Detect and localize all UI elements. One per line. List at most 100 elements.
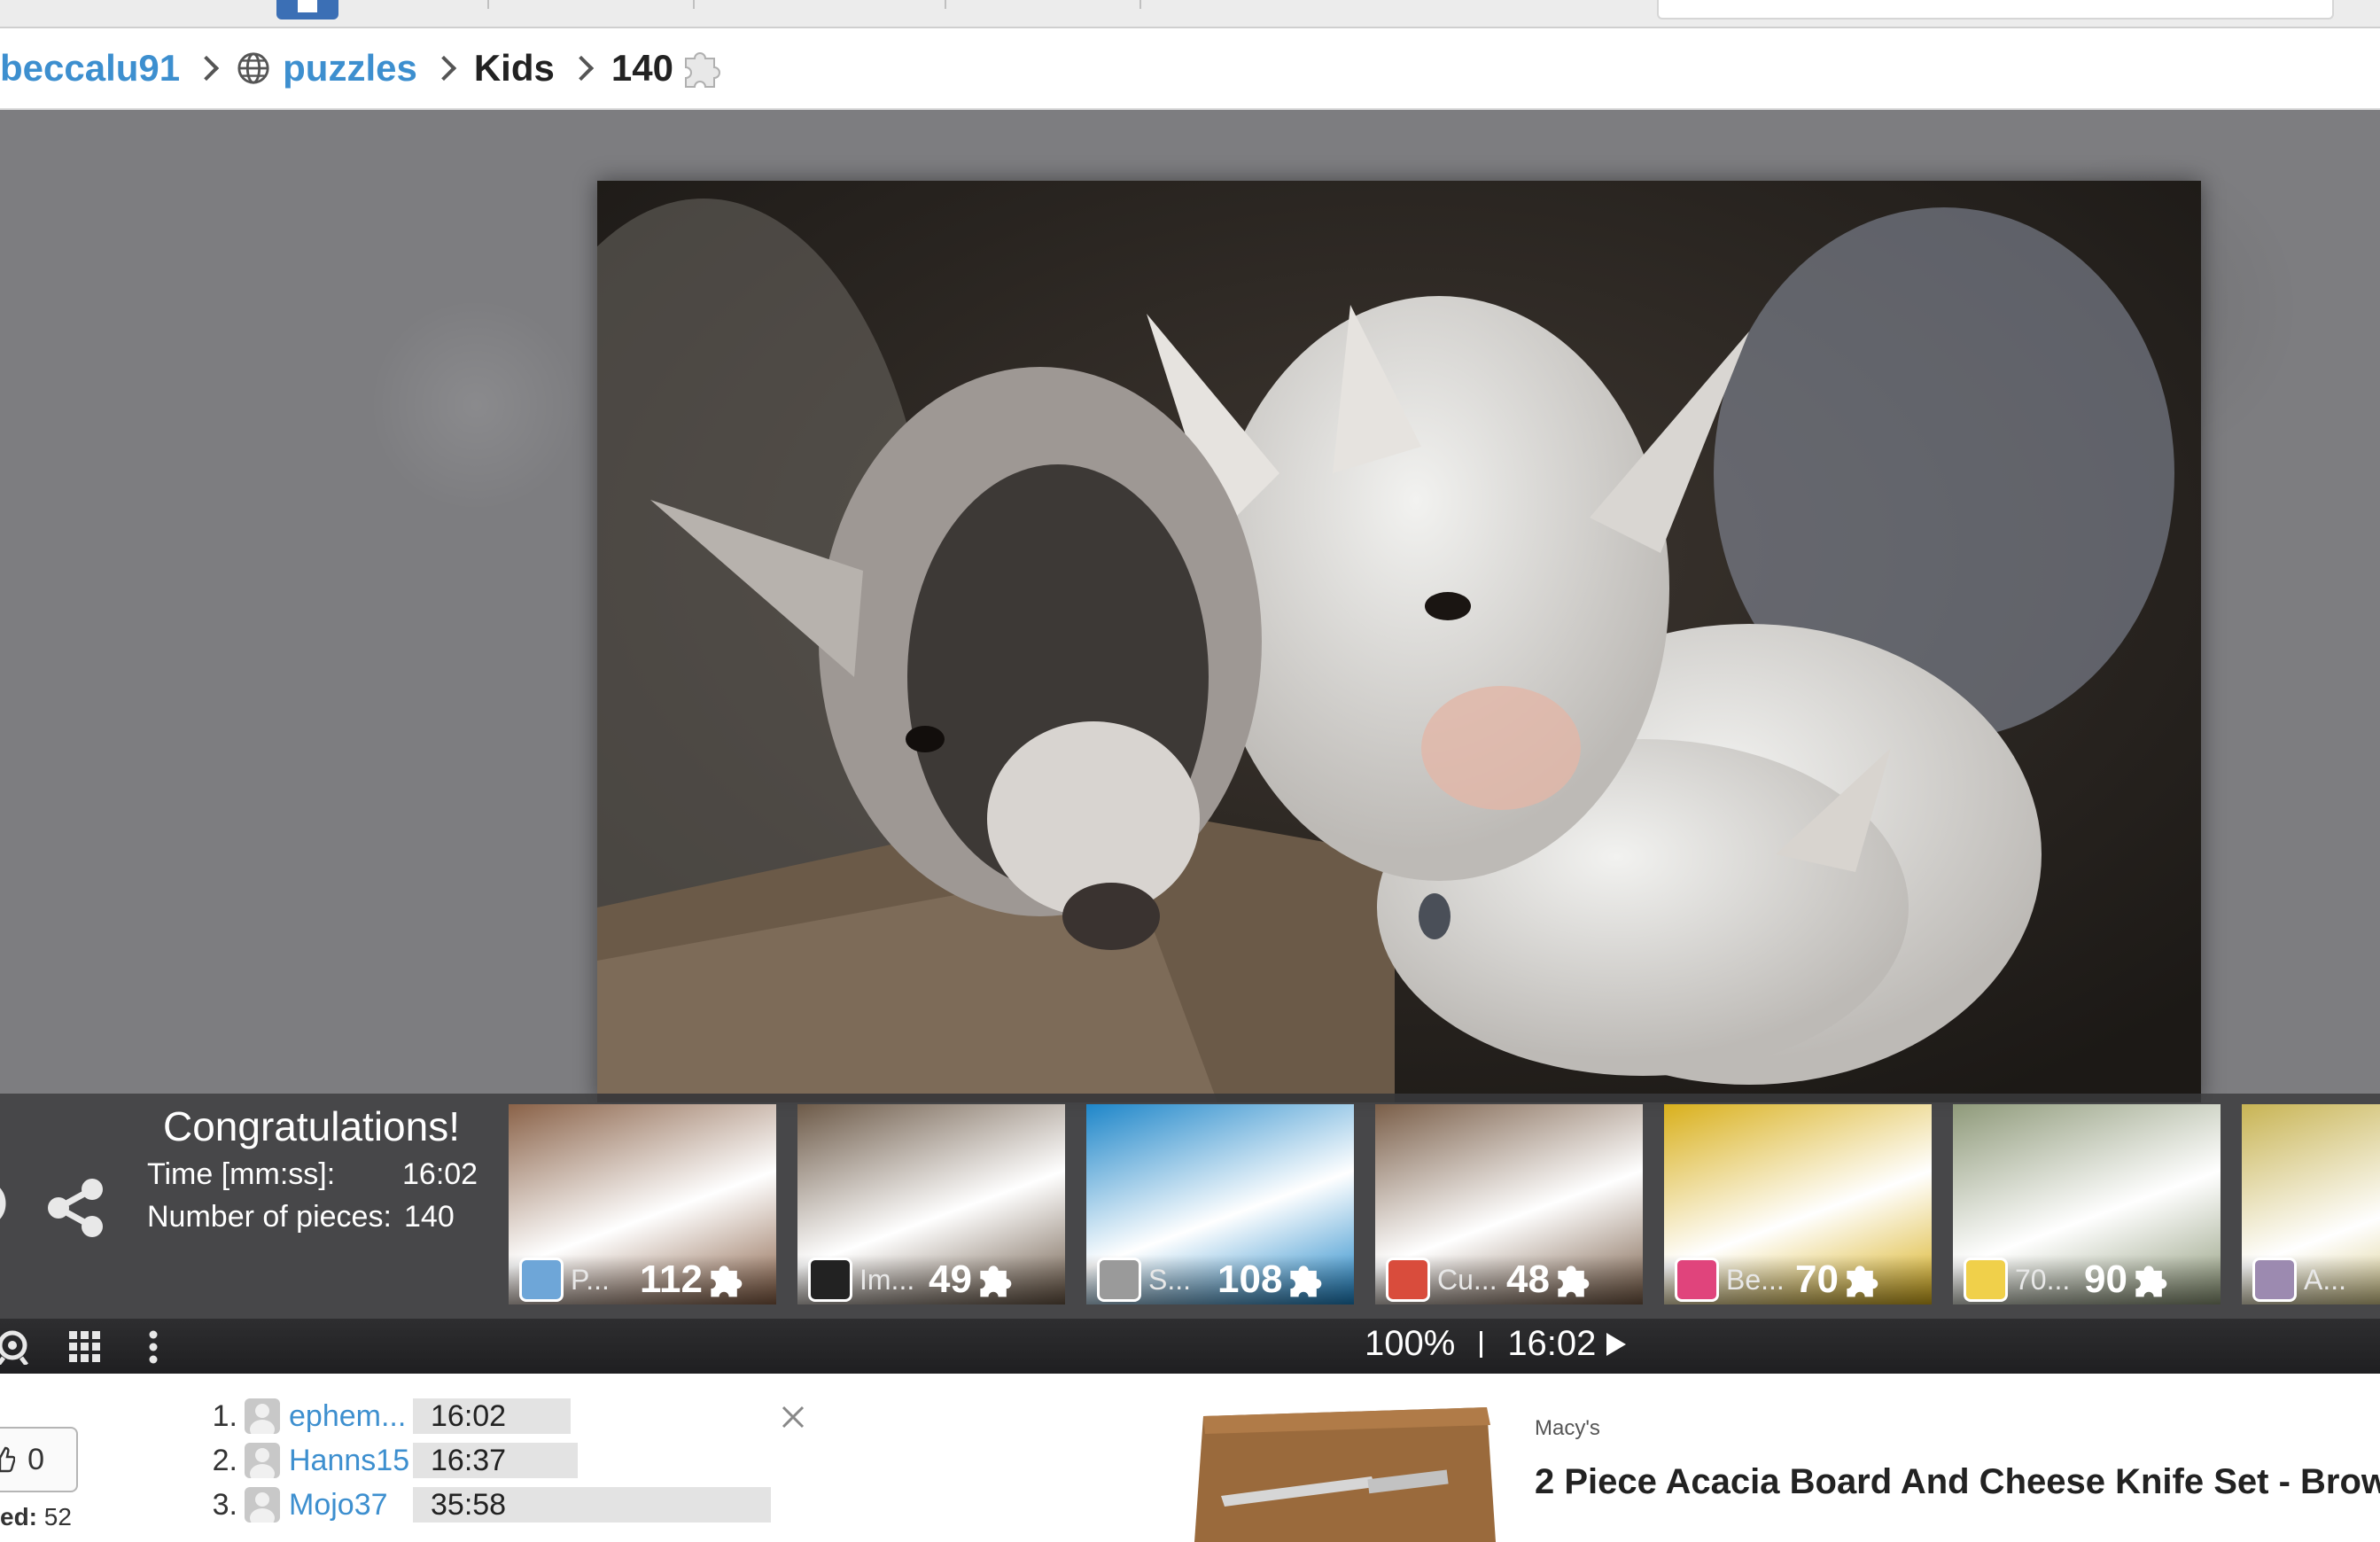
breadcrumb-category: Kids	[473, 47, 555, 89]
menu-item-2[interactable]	[489, 0, 695, 9]
globe-icon	[237, 52, 269, 84]
puzzle-board[interactable]	[0, 110, 2380, 1102]
solved-label: ed:	[0, 1503, 37, 1530]
puzzle-name: Cu...	[1437, 1263, 1497, 1296]
menu-item-5[interactable]	[1141, 0, 1272, 9]
timer: 16:02	[1507, 1324, 1597, 1363]
time-label: Time [mm:ss]:	[147, 1157, 336, 1191]
solved-count: ed: 52	[0, 1503, 72, 1531]
leader-rank: 3.	[212, 1487, 237, 1522]
close-icon[interactable]	[780, 1404, 806, 1430]
puzzle-name: Im...	[859, 1263, 915, 1296]
menu-item-4[interactable]	[946, 0, 1141, 9]
piece-count: 108	[1217, 1258, 1283, 1301]
tile-footer: S... 108	[1086, 1255, 1354, 1304]
creator-avatar	[1097, 1258, 1141, 1302]
chevron-right-icon	[431, 55, 456, 82]
puzzle-name: S...	[1148, 1263, 1192, 1296]
play-icon[interactable]	[1606, 1332, 1627, 1356]
menu-item-3[interactable]	[695, 0, 946, 9]
pieces-value: 140	[404, 1200, 455, 1234]
bottom-section: 0 ed: 52 1. ephem... 16:02 2. Hanns15 16…	[0, 1374, 2380, 1542]
site-header-strip	[0, 0, 2380, 28]
creator-avatar	[1386, 1258, 1430, 1302]
puzzle-name: A...	[2304, 1263, 2347, 1296]
piece-count: 70	[1795, 1258, 1839, 1301]
leader-rank: 2.	[212, 1443, 237, 1477]
zoom-and-timer: 100% 16:02	[1365, 1324, 1627, 1364]
page-root: beccalu91 puzzles Kids 140 Congratulatio…	[0, 0, 2380, 1542]
leader-time: 35:58	[413, 1487, 771, 1523]
menu-item-1[interactable]	[354, 0, 489, 9]
puzzle-piece-icon	[980, 1266, 1012, 1297]
creator-avatar	[1675, 1258, 1719, 1302]
user-avatar-icon	[245, 1443, 280, 1478]
piece-count: 48	[1506, 1258, 1550, 1301]
tile-footer: P... 112	[509, 1255, 776, 1304]
suggested-puzzle-tile[interactable]: Cu... 48	[1375, 1104, 1643, 1304]
thumbs-up-icon	[0, 1446, 16, 1473]
piece-count: 90	[2084, 1258, 2127, 1301]
grid-icon[interactable]	[67, 1329, 103, 1365]
puzzle-piece-icon	[1847, 1266, 1878, 1297]
puzzle-piece-icon	[2135, 1266, 2167, 1297]
share-icon[interactable]	[43, 1175, 108, 1241]
leader-time: 16:37	[413, 1443, 578, 1478]
puzzle-name: P...	[571, 1263, 610, 1296]
chevron-right-icon	[193, 55, 220, 82]
puzzle-piece-icon	[1290, 1266, 1322, 1297]
like-button[interactable]: 0	[0, 1427, 78, 1492]
suggested-puzzle-tile[interactable]: Im... 49	[797, 1104, 1065, 1304]
ad-brand: Macy's	[1535, 1416, 1600, 1440]
suggested-puzzle-tile[interactable]: A...	[2242, 1104, 2380, 1304]
suggested-puzzle-tile[interactable]: Be... 70	[1664, 1104, 1932, 1304]
suggested-puzzle-tile[interactable]: S... 108	[1086, 1104, 1354, 1304]
shuffle-icon[interactable]	[0, 1177, 18, 1230]
zoom-level[interactable]: 100%	[1365, 1324, 1455, 1364]
more-options-icon[interactable]	[147, 1329, 159, 1365]
leaderboard-row: 2. Hanns15 16:37	[206, 1443, 578, 1478]
chevron-right-icon	[568, 55, 595, 82]
suggested-puzzle-tile[interactable]: 70... 90	[1953, 1104, 2221, 1304]
like-count: 0	[27, 1442, 44, 1476]
divider	[1480, 1330, 1483, 1358]
search-input[interactable]	[1657, 0, 2334, 19]
ad-product-image[interactable]	[1186, 1398, 1506, 1542]
congratulations-panel: Congratulations! Time [mm:ss]: 16:02 Num…	[0, 1094, 2380, 1319]
puzzle-name: Be...	[1726, 1263, 1785, 1296]
leader-name-link[interactable]: ephem...	[289, 1399, 413, 1434]
puzzle-controls: 100% 16:02	[0, 1319, 2380, 1374]
tile-footer: 70... 90	[1953, 1255, 2221, 1304]
breadcrumb-puzzles-link[interactable]: puzzles	[283, 47, 417, 90]
home-button[interactable]	[276, 0, 338, 19]
tile-footer: Im... 49	[797, 1255, 1065, 1304]
creator-avatar	[808, 1258, 852, 1302]
puzzle-name: 70...	[2015, 1263, 2071, 1296]
leaderboard-row: 1. ephem... 16:02	[206, 1398, 571, 1434]
puzzle-piece-icon	[684, 52, 720, 88]
tile-footer: Cu... 48	[1375, 1255, 1643, 1304]
piece-shape-icon[interactable]	[0, 1329, 34, 1365]
piece-count: 49	[929, 1258, 972, 1301]
puzzle-piece-icon	[711, 1266, 743, 1297]
leader-name-link[interactable]: Hanns15	[289, 1444, 413, 1478]
piece-count: 112	[640, 1258, 703, 1301]
leader-rank: 1.	[212, 1398, 237, 1433]
solved-value: 52	[43, 1503, 72, 1530]
tile-footer: Be... 70	[1664, 1255, 1932, 1304]
suggested-puzzle-tile[interactable]: P... 112	[509, 1104, 776, 1304]
creator-avatar	[1964, 1258, 2008, 1302]
breadcrumb-piece-count: 140	[611, 47, 673, 89]
leaderboard-row: 3. Mojo37 35:58	[206, 1487, 771, 1523]
user-avatar-icon	[245, 1398, 280, 1434]
breadcrumb: beccalu91 puzzles Kids 140	[0, 28, 2380, 110]
congratulations-title: Congratulations!	[163, 1103, 460, 1149]
puzzle-piece-icon	[1558, 1266, 1590, 1297]
tile-footer: A...	[2242, 1255, 2380, 1304]
ad-title-link[interactable]: 2 Piece Acacia Board And Cheese Knife Se…	[1535, 1462, 2380, 1502]
breadcrumb-user-link[interactable]: beccalu91	[0, 47, 180, 90]
creator-avatar	[2252, 1258, 2297, 1302]
leader-name-link[interactable]: Mojo37	[289, 1488, 413, 1523]
creator-avatar	[519, 1258, 564, 1302]
user-avatar-icon	[245, 1487, 280, 1523]
